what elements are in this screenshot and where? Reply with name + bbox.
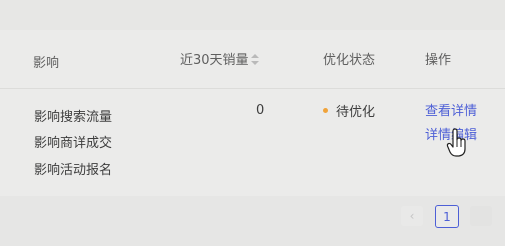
- pagination-page-current[interactable]: 1: [435, 205, 459, 228]
- impact-campaign-signup: 影响活动报名: [34, 163, 113, 178]
- header-sales-label: 近30天销量: [180, 53, 249, 68]
- pagination-prev[interactable]: ‹: [401, 206, 423, 226]
- view-details-link[interactable]: 查看详情: [425, 100, 477, 119]
- impact-search-traffic: 影响搜索流量: [34, 110, 113, 125]
- header-optimize-status: 优化状态: [323, 53, 376, 68]
- hand-pointer-icon: [446, 128, 468, 158]
- sort-icon[interactable]: [250, 54, 259, 65]
- sales-30d-value: 0: [256, 103, 265, 118]
- header-operations: 操作: [425, 53, 452, 68]
- page-top-strip: [0, 0, 505, 30]
- chevron-left-icon: ‹: [409, 209, 415, 223]
- header-impact: 影响: [33, 56, 60, 71]
- impact-detail-conversion: 影响商详成交: [34, 136, 113, 151]
- header-sales-30d[interactable]: 近30天销量: [180, 49, 259, 68]
- status-badge: 待优化: [323, 101, 375, 120]
- status-label: 待优化: [336, 105, 376, 120]
- pagination-next[interactable]: [470, 206, 492, 226]
- status-dot-icon: [323, 108, 328, 113]
- pagination-bar: [0, 196, 505, 246]
